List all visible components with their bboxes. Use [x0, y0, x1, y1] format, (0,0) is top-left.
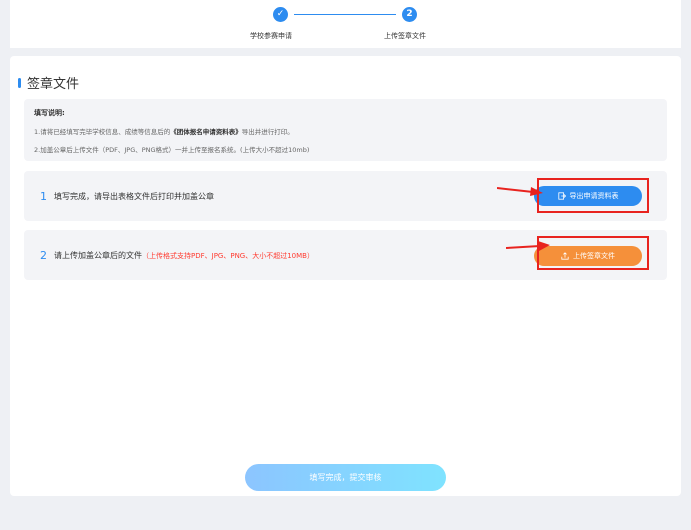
arrow-icon: [506, 241, 550, 251]
arrow-icon: [497, 187, 543, 196]
submit-review-button[interactable]: 填写完成，提交审核: [245, 464, 446, 491]
step-bar: ✓ 2 学校参赛申请 上传签章文件: [10, 0, 681, 48]
step-2-indicator: 2: [402, 7, 417, 22]
instruction-line-1-prefix: 1.请将已经填写完毕学校信息、成绩等信息后的: [34, 128, 171, 136]
highlight-box-export: [537, 178, 649, 213]
row-text: 请上传加盖公章后的文件（上传格式支持PDF、JPG、PNG、大小不超过10MB）: [54, 250, 314, 261]
instruction-line-1-bold: 《团体报名申请资料表》: [170, 128, 242, 136]
instruction-line-1-suffix: 导出并进行打印。: [241, 128, 294, 136]
row-text-main: 请上传加盖公章后的文件: [54, 251, 142, 260]
section-marker: [18, 77, 21, 88]
row-number: 2: [40, 249, 47, 262]
instructions-title: 填写说明:: [34, 109, 65, 117]
row-text: 填写完成，请导出表格文件后打印并加盖公章: [54, 192, 214, 201]
section-header: 签章文件: [18, 73, 79, 92]
step-1-label: 学校参赛申请: [250, 32, 292, 40]
instruction-line-2: 2.加盖公章后上传文件（PDF、JPG、PNG格式）一并上传至报名系统。(上传大…: [34, 146, 310, 154]
section-title: 签章文件: [27, 77, 80, 92]
instructions-box: 填写说明: 1.请将已经填写完毕学校信息、成绩等信息后的《团体报名申请资料表》导…: [24, 99, 667, 161]
upload-format-hint: （上传格式支持PDF、JPG、PNG、大小不超过10MB）: [142, 252, 314, 260]
step-1-check-icon: ✓: [273, 7, 288, 22]
highlight-box-upload: [537, 236, 649, 270]
step-connector: [294, 14, 396, 15]
row-number: 1: [40, 190, 47, 203]
instruction-line-1: 1.请将已经填写完毕学校信息、成绩等信息后的《团体报名申请资料表》导出并进行打印…: [34, 126, 294, 136]
main-card: 签章文件 填写说明: 1.请将已经填写完毕学校信息、成绩等信息后的《团体报名申请…: [10, 56, 681, 496]
step-2-label: 上传签章文件: [384, 32, 426, 40]
